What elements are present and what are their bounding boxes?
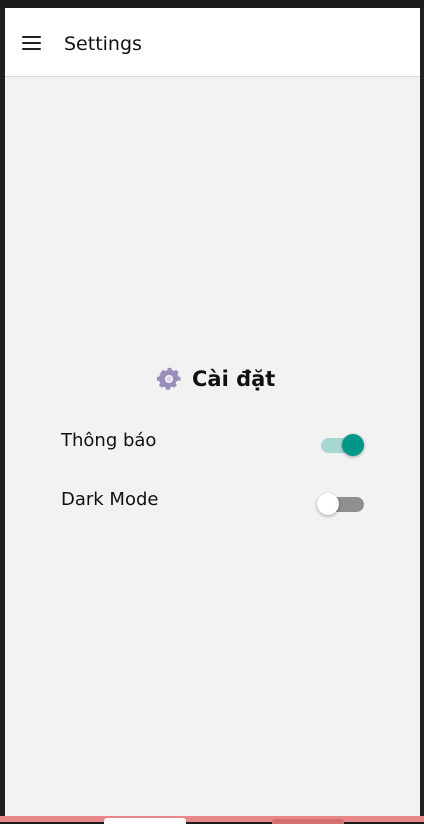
window-frame: Settings Cài đặt Thông báo Dark Mode (0, 0, 424, 824)
settings-content: Cài đặt Thông báo Dark Mode (5, 77, 420, 816)
taskbar-strip (0, 816, 424, 824)
settings-heading: Cài đặt (156, 366, 275, 392)
notifications-label: Thông báo (61, 430, 157, 451)
notifications-setting-row: Thông báo (61, 427, 366, 456)
notifications-toggle[interactable] (317, 434, 364, 456)
settings-app: Settings Cài đặt Thông báo Dark Mode (5, 8, 420, 816)
menu-line-middle (22, 42, 41, 44)
menu-line-bottom (22, 48, 41, 50)
app-bar: Settings (5, 8, 420, 77)
menu-line-top (22, 36, 41, 38)
toggle-thumb (342, 434, 364, 456)
dark-mode-label: Dark Mode (61, 489, 159, 510)
taskbar-item[interactable] (104, 818, 186, 824)
gear-icon (156, 367, 181, 390)
toggle-thumb (317, 493, 339, 515)
settings-heading-text: Cài đặt (192, 367, 276, 391)
dark-mode-setting-row: Dark Mode (61, 486, 366, 515)
window-top-strip (0, 0, 424, 8)
dark-mode-toggle[interactable] (317, 493, 364, 515)
hamburger-menu-icon[interactable] (19, 32, 43, 56)
page-title: Settings (64, 33, 142, 55)
